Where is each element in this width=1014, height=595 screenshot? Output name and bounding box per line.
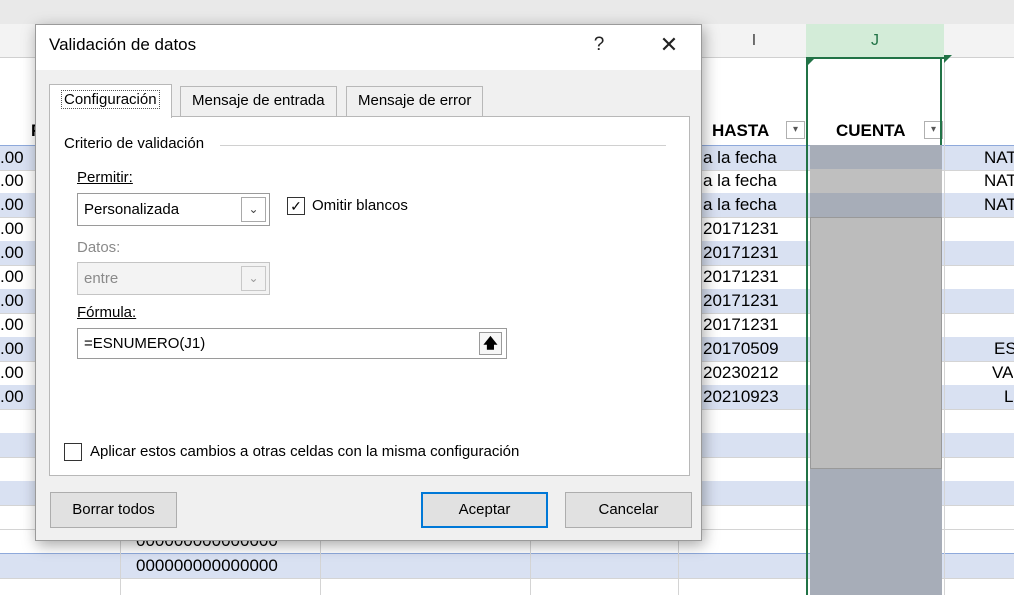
cell-f[interactable]: .00 xyxy=(0,241,24,265)
column-j-fill xyxy=(810,217,942,469)
cell-f[interactable]: .00 xyxy=(0,313,24,337)
data-select-value: entre xyxy=(84,270,119,287)
close-button[interactable]: ✕ xyxy=(654,31,684,59)
apply-all-checkbox[interactable] xyxy=(64,443,82,461)
cell-right[interactable]: VA xyxy=(992,361,1013,385)
tab-mensaje-error[interactable]: Mensaje de error xyxy=(346,86,484,116)
cancel-button[interactable]: Cancelar xyxy=(565,492,692,528)
cell-right[interactable]: NAT xyxy=(984,169,1014,193)
allow-select[interactable]: Personalizada ⌄ xyxy=(77,193,270,226)
settings-panel: Criterio de validación Permitir: Persona… xyxy=(49,116,690,476)
group-divider xyxy=(220,145,666,146)
cell-hasta[interactable]: a la fecha xyxy=(703,169,777,193)
cell-hasta[interactable]: 20171231 xyxy=(703,289,779,313)
ok-button[interactable]: Aceptar xyxy=(421,492,548,528)
filter-dropdown-icon[interactable]: ▾ xyxy=(786,121,805,139)
cell-hasta[interactable]: a la fecha xyxy=(703,146,777,170)
chevron-down-icon[interactable]: ⌄ xyxy=(241,266,266,291)
cell-f[interactable]: .00 xyxy=(0,217,24,241)
tab-mensaje-entrada[interactable]: Mensaje de entrada xyxy=(180,86,337,116)
cell-hasta[interactable]: a la fecha xyxy=(703,193,777,217)
dialog-title: Validación de datos xyxy=(49,35,197,54)
error-flag-icon xyxy=(944,55,952,63)
column-j-fill xyxy=(810,145,942,169)
data-label: Datos: xyxy=(77,239,121,256)
formula-input[interactable]: =ESNUMERO(J1) 🡅 xyxy=(77,328,507,359)
collapse-dialog-icon[interactable]: 🡅 xyxy=(479,332,502,355)
data-select[interactable]: entre ⌄ xyxy=(77,262,270,295)
cell-f[interactable]: .00 xyxy=(0,146,24,170)
column-header-i-label: I xyxy=(751,32,757,49)
column-header-k[interactable] xyxy=(944,24,1014,58)
header-hasta: HASTA xyxy=(712,121,770,140)
criteria-group-title: Criterio de validación xyxy=(64,135,211,152)
selected-column-j[interactable] xyxy=(806,55,952,595)
column-header-i[interactable]: I xyxy=(702,24,807,58)
cell-hasta[interactable]: 20230212 xyxy=(703,361,779,385)
dialog-titlebar[interactable]: Validación de datos ? ✕ xyxy=(36,25,701,70)
cell-right[interactable]: NAT xyxy=(984,146,1014,170)
cell-f[interactable]: .00 xyxy=(0,385,24,409)
column-header-j-label: J xyxy=(871,32,879,49)
allow-select-value: Personalizada xyxy=(84,201,180,218)
column-header-left xyxy=(0,24,35,58)
tab-mensaje-entrada-label: Mensaje de entrada xyxy=(192,92,325,109)
data-validation-dialog: Validación de datos ? ✕ Configuración Me… xyxy=(35,24,702,541)
sheet-top-strip xyxy=(0,0,1014,24)
column-j-fill xyxy=(810,469,942,595)
cell-f[interactable]: .00 xyxy=(0,169,24,193)
cell-f[interactable]: .00 xyxy=(0,265,24,289)
gridline xyxy=(944,57,945,595)
error-flag-icon xyxy=(808,57,816,65)
column-j-fill xyxy=(810,169,942,193)
help-button[interactable]: ? xyxy=(588,31,610,59)
tab-mensaje-error-label: Mensaje de error xyxy=(358,92,472,109)
cell-hasta[interactable]: 20171231 xyxy=(703,265,779,289)
cell-right[interactable]: NAT xyxy=(984,193,1014,217)
cell-f[interactable]: .00 xyxy=(0,193,24,217)
cell-right[interactable]: ES xyxy=(994,337,1014,361)
column-header-j[interactable]: J xyxy=(806,24,944,59)
tab-configuracion[interactable]: Configuración xyxy=(49,84,172,118)
cell-f[interactable]: .00 xyxy=(0,361,24,385)
cell-hasta[interactable]: 20171231 xyxy=(703,241,779,265)
cell-hasta[interactable]: 20171231 xyxy=(703,217,779,241)
formula-label: Fórmula: xyxy=(77,304,137,321)
apply-all-label[interactable]: Aplicar estos cambios a otras celdas con… xyxy=(90,443,519,460)
cell-hasta[interactable]: 20210923 xyxy=(703,385,779,409)
cell-f[interactable]: .00 xyxy=(0,337,24,361)
cell-f[interactable]: .00 xyxy=(0,289,24,313)
allow-label: Permitir: xyxy=(77,169,133,186)
ignore-blank-label[interactable]: Omitir blancos xyxy=(312,197,408,214)
tab-configuracion-label: Configuración xyxy=(61,90,160,109)
chevron-down-icon[interactable]: ⌄ xyxy=(241,197,266,222)
cell-right[interactable]: L xyxy=(1004,385,1013,409)
clear-all-button[interactable]: Borrar todos xyxy=(50,492,177,528)
cell-hasta[interactable]: 20171231 xyxy=(703,313,779,337)
formula-input-value: =ESNUMERO(J1) xyxy=(84,335,206,352)
column-j-fill xyxy=(810,193,942,217)
cell-hasta[interactable]: 20170509 xyxy=(703,337,779,361)
ignore-blank-checkbox[interactable]: ✓ xyxy=(287,197,305,215)
cell-zeros[interactable]: 000000000000000 xyxy=(136,554,278,578)
